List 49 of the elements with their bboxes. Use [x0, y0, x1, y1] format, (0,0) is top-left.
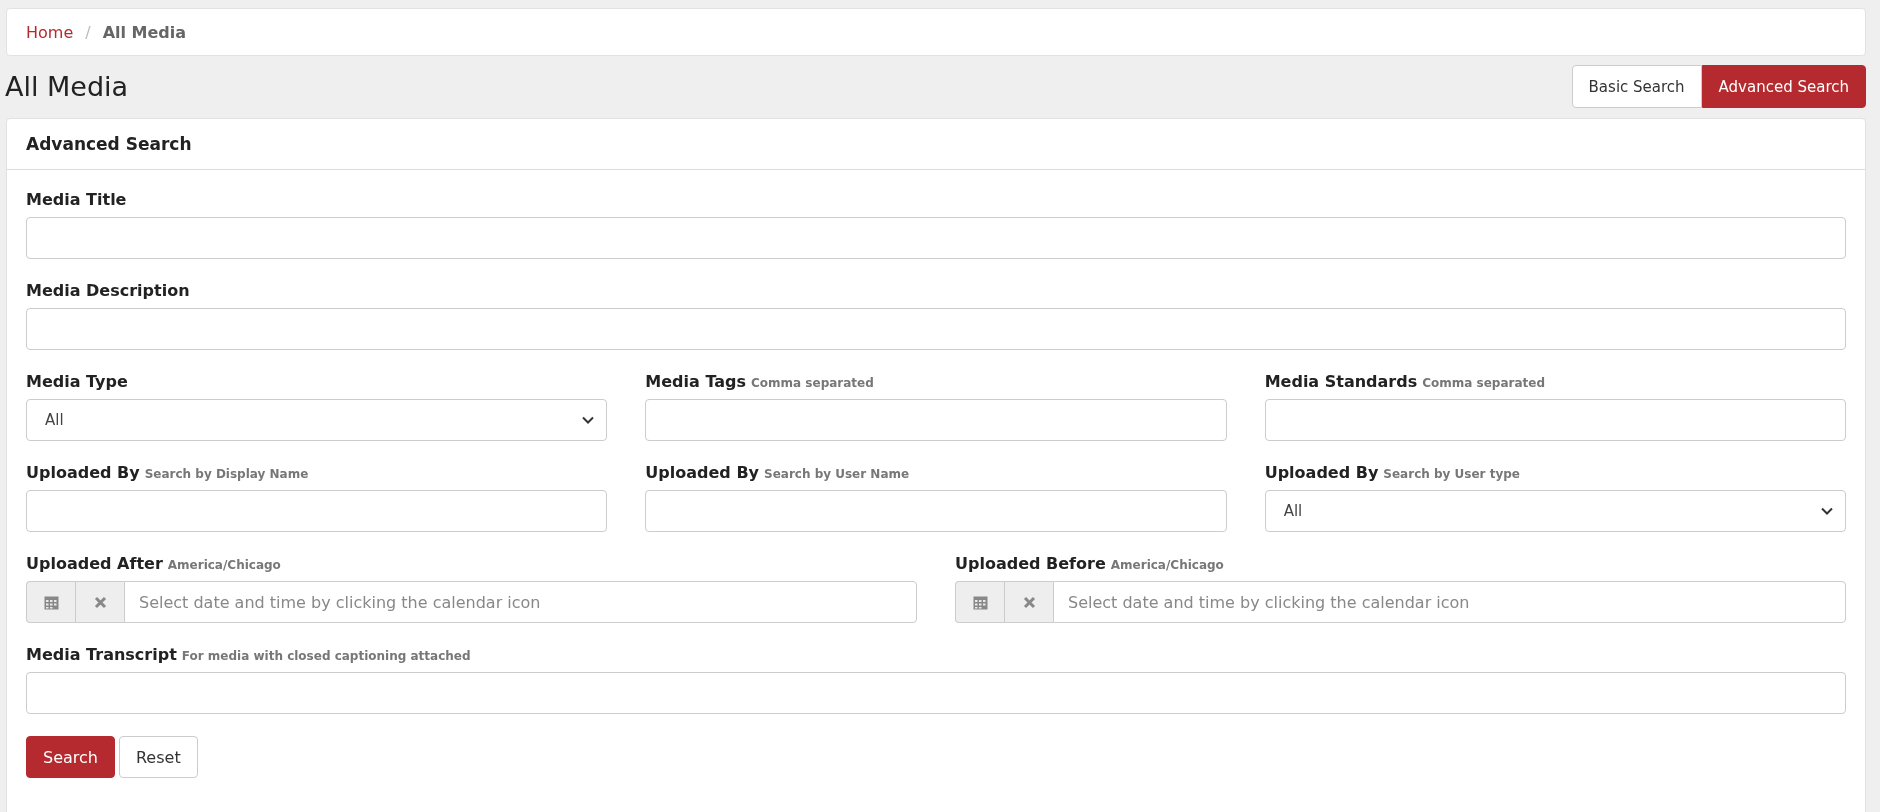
field-hint: Search by User Name	[764, 467, 910, 481]
date-time-field[interactable]: Select date and time by clicking the calendar icon	[1053, 581, 1846, 623]
field-hint: For media with closed captioning attached	[181, 649, 471, 663]
field-hint: Comma separated	[751, 376, 874, 390]
input-field[interactable]	[1264, 399, 1846, 441]
breadcrumb-current: All Media	[102, 22, 187, 42]
field-label: Uploaded Before	[955, 554, 1106, 573]
field-label: Media Type	[26, 372, 128, 391]
calendar-button[interactable]	[955, 581, 1004, 623]
panel-title: Advanced Search	[26, 134, 192, 154]
close-icon	[1022, 595, 1036, 609]
field-label: Media Title	[26, 190, 127, 209]
field-hint: Search by User type	[1383, 467, 1520, 481]
select-field[interactable]: All	[1264, 490, 1846, 532]
input-field[interactable]	[26, 672, 1846, 714]
breadcrumb-link[interactable]: Home	[26, 22, 74, 42]
clear-button[interactable]	[1004, 581, 1053, 623]
field-hint: America/Chicago	[167, 558, 281, 572]
field-label: Media Description	[26, 281, 190, 300]
close-icon	[93, 595, 107, 609]
calendar-icon	[43, 594, 59, 610]
reset-button[interactable]: Reset	[118, 736, 198, 778]
input-field[interactable]	[26, 217, 1846, 259]
clear-button[interactable]	[75, 581, 124, 623]
calendar-icon	[972, 594, 988, 610]
input-field[interactable]	[26, 308, 1846, 350]
input-field[interactable]	[26, 490, 608, 532]
search-button[interactable]: Search	[26, 736, 115, 778]
page-title: All Media	[5, 71, 129, 102]
calendar-button[interactable]	[26, 581, 75, 623]
search-mode-tab[interactable]: Advanced Search	[1701, 65, 1866, 108]
field-label: Uploaded By	[26, 463, 140, 482]
field-label: Uploaded By	[1264, 463, 1379, 482]
input-field[interactable]	[645, 490, 1227, 532]
chevron-down-icon	[1821, 507, 1833, 515]
field-label: Media Tags	[645, 372, 747, 391]
breadcrumb-separator: /	[85, 22, 91, 42]
search-mode-tab[interactable]: Basic Search	[1571, 65, 1702, 108]
field-hint: America/Chicago	[1110, 558, 1224, 572]
field-hint: Comma separated	[1422, 376, 1545, 390]
input-field[interactable]	[645, 399, 1227, 441]
chevron-down-icon	[582, 416, 595, 424]
date-time-field[interactable]: Select date and time by clicking the calendar icon	[124, 581, 917, 623]
field-label: Uploaded By	[645, 463, 759, 482]
select-field[interactable]: All	[26, 399, 608, 441]
field-label: Media Standards	[1264, 372, 1418, 391]
field-hint: Search by Display Name	[144, 467, 309, 481]
field-label: Media Transcript	[26, 645, 177, 664]
field-label: Uploaded After	[26, 554, 163, 573]
